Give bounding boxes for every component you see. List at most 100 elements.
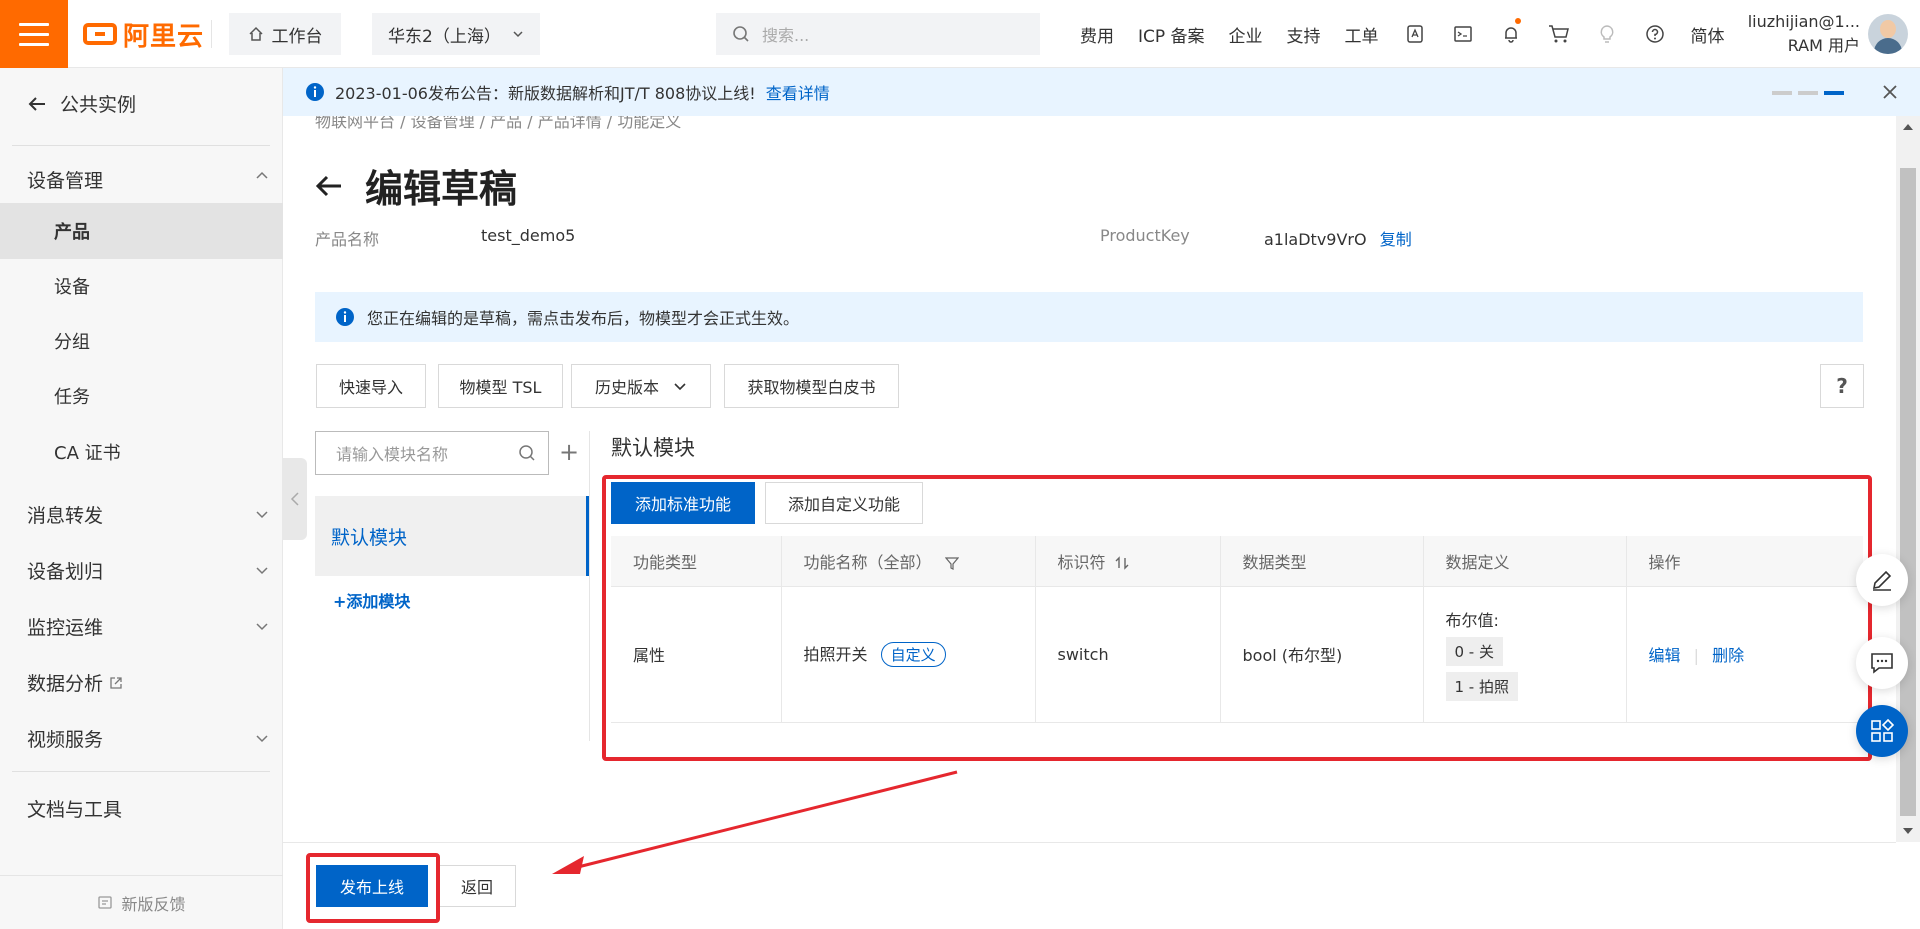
logo-mark-icon: [83, 23, 117, 45]
help-button[interactable]: ?: [1820, 364, 1864, 408]
module-search-placeholder: 请输入模块名称: [336, 445, 449, 464]
search-input[interactable]: 搜索...: [716, 13, 1040, 55]
cart-icon[interactable]: [1535, 0, 1583, 68]
module-search-input[interactable]: 请输入模块名称: [315, 431, 549, 475]
nav-support[interactable]: 支持: [1275, 22, 1333, 47]
product-name-row: 产品名称: [315, 226, 379, 250]
lightbulb-icon[interactable]: [1583, 0, 1631, 68]
return-button[interactable]: 返回: [438, 865, 516, 907]
sidebar-group-label: 设备管理: [27, 170, 104, 192]
tsl-button[interactable]: 物模型 TSL: [438, 364, 563, 408]
sidebar-group-device-transfer[interactable]: 设备划归: [27, 557, 103, 584]
product-key-value: a1laDtv9VrO: [1264, 230, 1367, 249]
back-arrow-icon[interactable]: [315, 174, 343, 198]
apps-float-button[interactable]: [1856, 705, 1908, 757]
edit-float-button[interactable]: [1856, 554, 1908, 606]
divider: [211, 20, 212, 48]
bell-icon[interactable]: [1487, 0, 1535, 68]
sidebar-group-device-mgmt[interactable]: 设备管理: [27, 166, 103, 193]
quick-import-button[interactable]: 快速导入: [316, 364, 426, 408]
help-icon[interactable]: [1631, 0, 1679, 68]
sidebar-item-group[interactable]: 分组: [0, 313, 283, 369]
sidebar-group-message-forward[interactable]: 消息转发: [27, 501, 103, 528]
main-content: 物联网平台 / 设备管理 / 产品 / 产品详情 / 功能定义 编辑草稿 产品名…: [283, 116, 1896, 842]
close-icon[interactable]: [1880, 82, 1900, 102]
add-module-plus-icon[interactable]: +: [559, 438, 579, 466]
chevron-up-icon[interactable]: [256, 170, 268, 182]
annotation-highlight-box: [306, 853, 440, 923]
product-name-value-row: test_demo5: [481, 226, 575, 245]
terminal-icon[interactable]: [1439, 0, 1487, 68]
top-bar: 阿里云 工作台 华东2（上海） 搜索... 费用 ICP 备案 企业 支持 工单: [0, 0, 1920, 68]
chevron-down-icon: [513, 31, 523, 38]
carousel-dot-active[interactable]: [1824, 91, 1844, 95]
home-icon: [248, 26, 263, 41]
back-label: 公共实例: [60, 94, 137, 116]
chevron-down-icon[interactable]: [256, 564, 268, 576]
region-select[interactable]: 华东2（上海）: [372, 13, 540, 55]
nav-ticket[interactable]: 工单: [1333, 22, 1391, 47]
chat-float-button[interactable]: [1856, 637, 1908, 689]
copy-link[interactable]: 复制: [1380, 230, 1412, 249]
sidebar-item-product[interactable]: 产品: [0, 203, 283, 259]
user-name: liuzhijian@1...: [1747, 12, 1860, 31]
language-switch[interactable]: 简体: [1679, 22, 1737, 47]
user-info[interactable]: liuzhijian@1... RAM 用户: [1740, 10, 1860, 58]
page-title: 编辑草稿: [315, 158, 517, 213]
page-title-text: 编辑草稿: [365, 167, 518, 211]
carousel-dot[interactable]: [1772, 91, 1792, 95]
module-title: 默认模块: [611, 436, 695, 460]
user-role: RAM 用户: [1787, 36, 1860, 55]
chevron-down-icon[interactable]: [256, 508, 268, 520]
scroll-down-icon[interactable]: [1902, 826, 1914, 836]
breadcrumb[interactable]: 物联网平台 / 设备管理 / 产品 / 产品详情 / 功能定义: [315, 116, 681, 132]
annotation-highlight-box: [602, 475, 1872, 761]
nav-fees[interactable]: 费用: [1068, 22, 1126, 47]
module-item-default[interactable]: 默认模块: [315, 496, 589, 576]
carousel-dot[interactable]: [1798, 91, 1818, 95]
feedback-label: 新版反馈: [121, 894, 186, 914]
product-key-label: ProductKey: [1100, 226, 1190, 245]
external-link-icon: [110, 676, 122, 689]
scroll-up-icon[interactable]: [1902, 122, 1914, 132]
product-key-row: ProductKey: [1100, 226, 1190, 245]
whitepaper-button[interactable]: 获取物模型白皮书: [724, 364, 899, 408]
feedback-icon: [98, 895, 113, 909]
sidebar: 公共实例 设备管理 产品 设备 分组 任务 CA 证书 消息转发 设备划归 监控…: [0, 68, 283, 929]
chevron-down-icon[interactable]: [256, 732, 268, 744]
sidebar-group-data-analysis[interactable]: 数据分析: [27, 669, 123, 696]
product-name-label: 产品名称: [315, 230, 380, 249]
add-module-link[interactable]: +添加模块: [333, 588, 410, 612]
nav-icp[interactable]: ICP 备案: [1126, 22, 1217, 47]
announcement-link[interactable]: 查看详情: [766, 80, 830, 104]
search-placeholder: 搜索...: [762, 26, 810, 45]
divider: [589, 431, 590, 741]
sidebar-item-device[interactable]: 设备: [0, 258, 283, 314]
carousel-indicator[interactable]: [1772, 91, 1844, 95]
logo-text: 阿里云: [123, 21, 205, 52]
sidebar-docs-tools[interactable]: 文档与工具: [27, 795, 122, 822]
notification-dot: [1514, 18, 1521, 24]
back-to-instance[interactable]: 公共实例: [28, 90, 136, 117]
draft-tip-text: 您正在编辑的是草稿，需点击发布后，物模型才会正式生效。: [367, 309, 800, 328]
search-icon: [733, 26, 749, 42]
nav-enterprise[interactable]: 企业: [1217, 22, 1275, 47]
feedback-button[interactable]: 新版反馈: [0, 875, 283, 929]
workbench-button[interactable]: 工作台: [229, 13, 341, 55]
sidebar-item-task[interactable]: 任务: [0, 368, 283, 424]
sidebar-item-ca-cert[interactable]: CA 证书: [0, 424, 283, 480]
sidebar-group-monitoring[interactable]: 监控运维: [27, 613, 103, 640]
divider: [12, 145, 270, 146]
chevron-down-icon[interactable]: [256, 620, 268, 632]
aliyun-logo[interactable]: 阿里云: [83, 18, 205, 52]
footer-bar: 发布上线 返回: [283, 842, 1896, 929]
menu-icon[interactable]: [0, 0, 68, 68]
product-name-value: test_demo5: [481, 226, 576, 245]
info-icon: [336, 308, 354, 326]
history-version-button[interactable]: 历史版本: [571, 364, 711, 408]
top-nav: 费用 ICP 备案 企业 支持 工单 简体: [1068, 0, 1737, 68]
app-icon[interactable]: [1391, 0, 1439, 68]
pencil-icon: [1872, 570, 1892, 591]
sidebar-group-video[interactable]: 视频服务: [27, 725, 103, 752]
avatar[interactable]: [1868, 14, 1908, 54]
